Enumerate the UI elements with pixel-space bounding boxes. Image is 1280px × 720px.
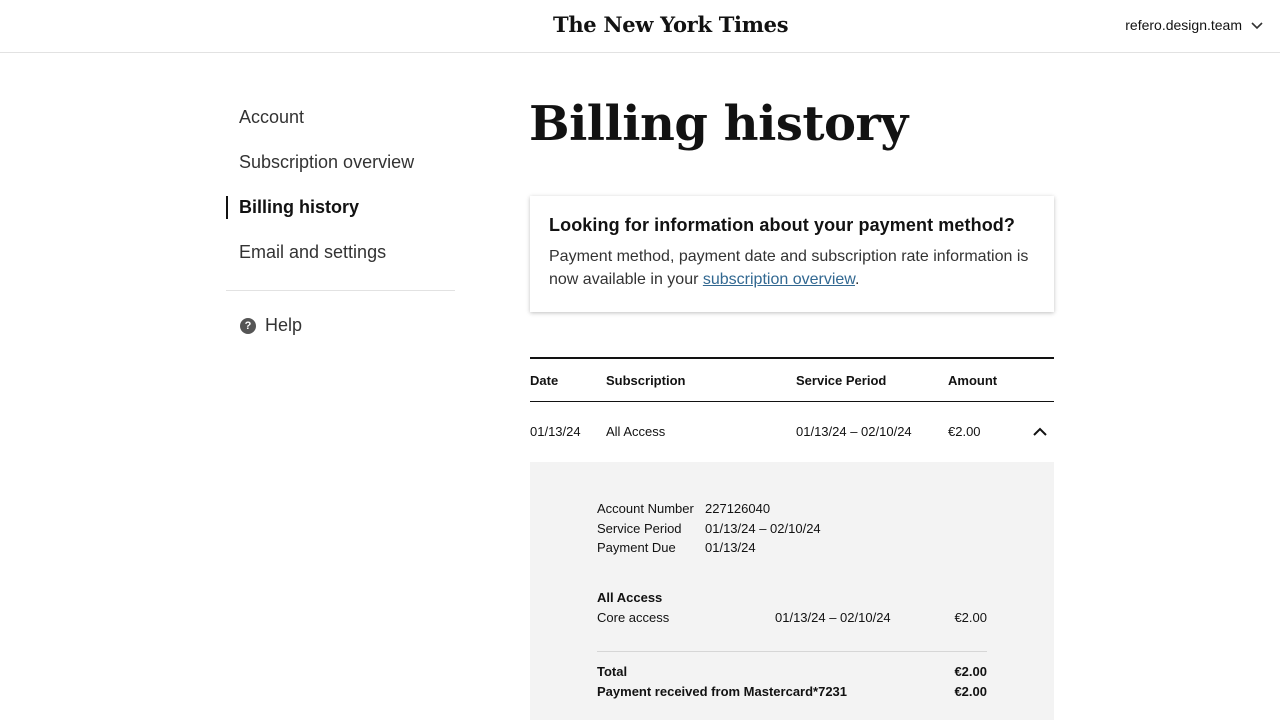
- chevron-up-icon[interactable]: [1032, 424, 1048, 440]
- sidebar-item-subscription-overview[interactable]: Subscription overview: [226, 140, 455, 185]
- service-period-label: Service Period: [597, 521, 682, 536]
- header-service-period: Service Period: [796, 373, 887, 388]
- help-link[interactable]: ? Help: [226, 315, 455, 336]
- user-menu[interactable]: refero.design.team: [1125, 14, 1264, 36]
- info-card-body: Payment method, payment date and subscri…: [549, 246, 1035, 291]
- row-date: 01/13/24: [530, 424, 581, 439]
- line-item-name: Core access: [597, 610, 670, 625]
- total-amount: €2.00: [954, 664, 987, 679]
- total-row: Total €2.00: [597, 664, 987, 682]
- detail-payment-due: Payment Due 01/13/24: [597, 540, 756, 555]
- payment-label: Payment received from Mastercard*7231: [597, 684, 848, 699]
- account-number-label: Account Number: [597, 501, 694, 516]
- service-period-value: 01/13/24 – 02/10/24: [705, 521, 821, 536]
- header-subscription: Subscription: [606, 373, 686, 388]
- sidebar-item-billing-history[interactable]: Billing history: [226, 185, 455, 230]
- chevron-down-icon: [1250, 18, 1264, 32]
- payment-due-label: Payment Due: [597, 540, 676, 555]
- payment-row: Payment received from Mastercard*7231 €2…: [597, 684, 987, 702]
- table-row[interactable]: 01/13/24 All Access 01/13/24 – 02/10/24 …: [530, 402, 1054, 462]
- payment-due-value: 01/13/24: [705, 540, 756, 555]
- total-label: Total: [597, 664, 628, 679]
- detail-service-period: Service Period 01/13/24 – 02/10/24: [597, 521, 821, 536]
- info-card-suffix: .: [854, 270, 860, 288]
- account-number-value: 227126040: [705, 501, 771, 516]
- detail-account-number: Account Number 227126040: [597, 501, 770, 516]
- page-title: Billing history: [529, 96, 908, 152]
- payment-info-card: Looking for information about your payme…: [530, 196, 1054, 312]
- details-divider: [597, 651, 987, 652]
- info-card-title: Looking for information about your payme…: [549, 215, 1015, 235]
- table-header: Date Subscription Service Period Amount: [530, 357, 1054, 402]
- billing-details-panel: Account Number 227126040 Service Period 01…: [530, 462, 1054, 720]
- billing-table: Date Subscription Service Period Amount …: [530, 357, 1054, 462]
- header-date: Date: [530, 373, 559, 388]
- sidebar-nav: Account Subscription overview Billing hi…: [226, 95, 455, 336]
- user-name: refero.design.team: [1125, 17, 1242, 33]
- sidebar-item-email-settings[interactable]: Email and settings: [226, 230, 455, 275]
- sidebar-item-account[interactable]: Account: [226, 95, 455, 140]
- payment-amount: €2.00: [954, 684, 987, 699]
- line-item-amount: €2.00: [954, 610, 987, 625]
- subscription-overview-link[interactable]: subscription overview: [703, 271, 855, 288]
- sidebar-divider: [226, 290, 455, 291]
- line-item-period: 01/13/24 – 02/10/24: [775, 610, 891, 625]
- top-bar: The New York Times refero.design.team: [0, 0, 1280, 53]
- help-icon: ?: [240, 317, 256, 334]
- row-service-period: 01/13/24 – 02/10/24: [796, 424, 912, 439]
- line-item: Core access 01/13/24 – 02/10/24 €2.00: [597, 610, 987, 628]
- header-amount: Amount: [948, 373, 998, 388]
- row-subscription: All Access: [606, 424, 666, 439]
- line-item-title: All Access: [597, 590, 663, 605]
- row-amount: €2.00: [948, 424, 981, 439]
- nyt-logo[interactable]: The New York Times: [553, 12, 789, 38]
- help-label: Help: [265, 315, 303, 335]
